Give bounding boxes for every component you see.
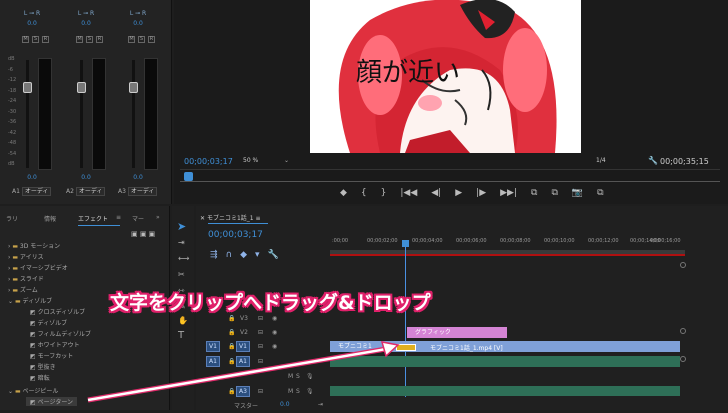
annotation-arrow <box>87 341 400 403</box>
annotation-caption: 文字をクリップへドラッグ&ドロップ <box>110 292 431 314</box>
